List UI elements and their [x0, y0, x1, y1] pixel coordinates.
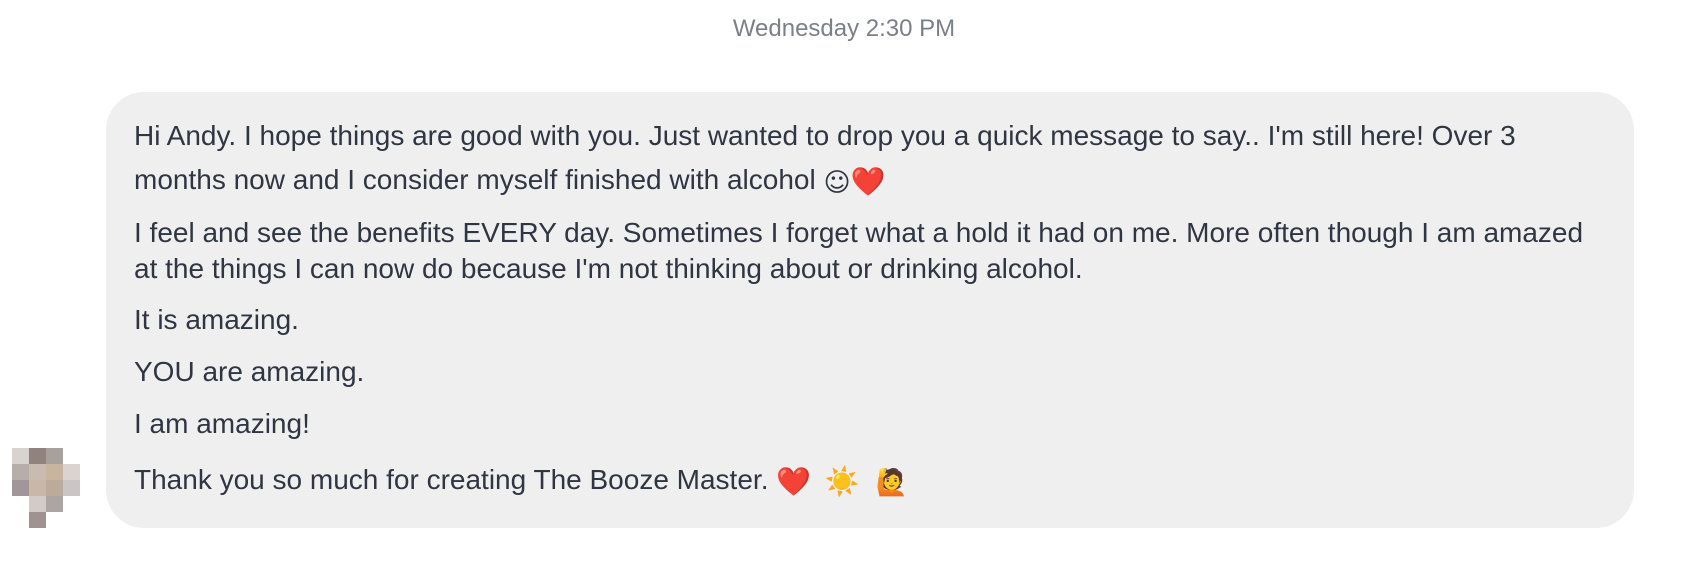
message-timestamp: Wednesday 2:30 PM — [732, 15, 956, 42]
message-text-6: Thank you so much for creating The Booze… — [134, 464, 769, 495]
person-raising-hand-icon: 🙋 — [875, 468, 908, 498]
message-bubble[interactable]: Hi Andy. I hope things are good with you… — [106, 92, 1634, 528]
smiling-face-icon: ☺ — [823, 168, 851, 198]
sender-avatar[interactable] — [12, 448, 80, 528]
sun-icon: ☀️ — [824, 465, 860, 498]
message-paragraph-4: YOU are amazing. — [134, 356, 365, 387]
heart-icon: ❤️ — [776, 465, 812, 498]
message-paragraph-2: I feel and see the benefits EVERY day. S… — [134, 217, 1584, 284]
heart-icon: ❤️ — [850, 165, 886, 198]
message-paragraph-6: Thank you so much for creating The Booze… — [134, 461, 1606, 502]
message-paragraph-5: I am amazing! — [134, 408, 310, 439]
message-paragraph-1: Hi Andy. I hope things are good with you… — [134, 114, 1606, 205]
message-paragraph-3: It is amazing. — [134, 304, 299, 335]
